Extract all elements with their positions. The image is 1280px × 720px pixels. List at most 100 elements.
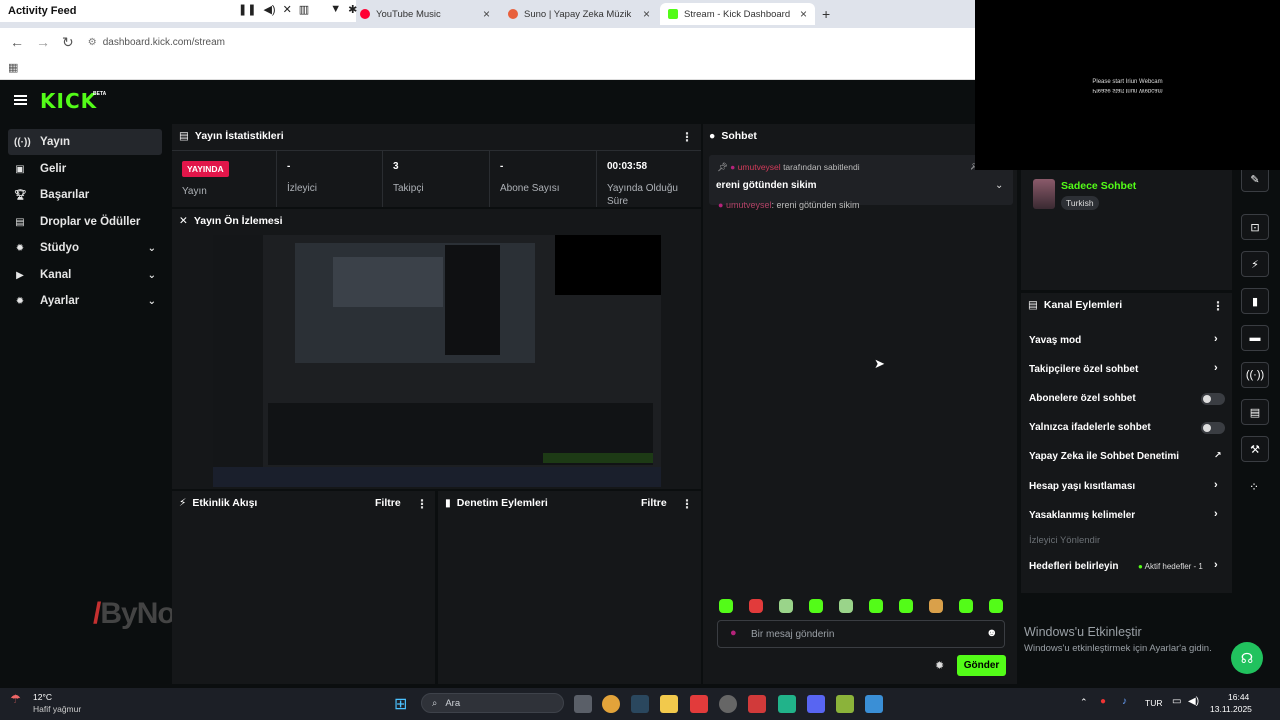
chat-input[interactable]: ● Bir mesaj gönderin ☻ bbox=[717, 620, 1005, 648]
apps-icon[interactable]: ⁘ bbox=[1249, 480, 1259, 494]
chevron-right-icon[interactable]: › bbox=[1214, 479, 1218, 491]
emote-icon[interactable] bbox=[869, 599, 883, 613]
sidebar-item-droplar[interactable]: ▤ Droplar ve Ödüller bbox=[8, 209, 162, 235]
chrome-icon[interactable] bbox=[602, 695, 620, 713]
app-icon[interactable] bbox=[836, 695, 854, 713]
tab-youtube-music[interactable]: YouTube Music × bbox=[352, 3, 498, 25]
stream-preview-video[interactable] bbox=[213, 235, 661, 487]
weather-temp[interactable]: 12°C bbox=[33, 692, 52, 702]
moderation-filter-button[interactable]: Filtre bbox=[641, 497, 667, 509]
chat-username[interactable]: umutveysel bbox=[726, 200, 772, 210]
more-icon[interactable]: ⋮ bbox=[681, 497, 693, 511]
app-icon[interactable] bbox=[865, 695, 883, 713]
set-goals-item[interactable]: Hedefleri belirleyin bbox=[1029, 561, 1118, 572]
taskbar-search[interactable]: ⌕ Ara bbox=[421, 693, 564, 713]
chevron-right-icon[interactable]: › bbox=[1214, 362, 1218, 374]
clipboard-icon[interactable]: ▮ bbox=[1241, 288, 1269, 314]
external-link-icon[interactable]: ↗ bbox=[1214, 450, 1222, 461]
sidebar-item-ayarlar[interactable]: ✹ Ayarlar ⌄ bbox=[8, 288, 162, 314]
emote-icon[interactable] bbox=[989, 599, 1003, 613]
close-icon[interactable]: × bbox=[483, 7, 490, 21]
back-icon[interactable]: ← bbox=[10, 34, 24, 50]
support-icon[interactable]: ☊ bbox=[1231, 642, 1263, 674]
ai-moderation-item[interactable]: Yapay Zeka ile Sohbet Denetimi bbox=[1029, 451, 1179, 462]
weather-icon[interactable]: ☂ bbox=[10, 692, 21, 706]
emote-icon[interactable] bbox=[749, 599, 763, 613]
volume-icon[interactable]: ◀) bbox=[1188, 696, 1199, 707]
subs-only-toggle[interactable] bbox=[1201, 393, 1225, 405]
chat-icon[interactable]: ▬ bbox=[1241, 325, 1269, 351]
chat-settings-icon[interactable]: ✹ bbox=[935, 659, 944, 672]
close-icon[interactable]: × bbox=[643, 7, 650, 21]
site-info-icon[interactable]: ⚙ bbox=[88, 37, 97, 48]
more-icon[interactable]: ⋮ bbox=[416, 497, 428, 511]
chevron-right-icon[interactable]: › bbox=[1214, 508, 1218, 520]
tray-mic-icon[interactable]: ♪ bbox=[1122, 696, 1127, 707]
clock-date[interactable]: 13.11.2025 bbox=[1210, 704, 1252, 714]
focus-icon[interactable]: ⊡ bbox=[1241, 214, 1269, 240]
pause-icon[interactable]: ❚❚ bbox=[238, 3, 256, 16]
volume-icon[interactable]: ◀) bbox=[263, 3, 275, 16]
new-tab-button[interactable]: + bbox=[822, 6, 830, 22]
layout-icon[interactable]: ▤ bbox=[1241, 399, 1269, 425]
apps-grid-icon[interactable]: ▦ bbox=[8, 61, 18, 74]
windows-start-icon[interactable]: ⊞ bbox=[394, 694, 407, 714]
wrench-icon[interactable]: ⚒ bbox=[1241, 436, 1269, 462]
chatgpt-icon[interactable] bbox=[719, 695, 737, 713]
sidebar-item-kanal[interactable]: ▶ Kanal ⌄ bbox=[8, 262, 162, 288]
emoji-icon[interactable]: ☻ bbox=[986, 627, 998, 639]
more-icon[interactable]: ⋮ bbox=[1212, 299, 1224, 313]
sidebar-item-gelir[interactable]: ▣ Gelir bbox=[8, 156, 162, 182]
emote-icon[interactable] bbox=[959, 599, 973, 613]
reload-icon[interactable]: ↻ bbox=[62, 34, 74, 51]
account-age-item[interactable]: Hesap yaşı kısıtlaması bbox=[1029, 481, 1135, 492]
mute-icon[interactable]: ✕ bbox=[283, 3, 292, 16]
stream-category[interactable]: Sadece Sohbet bbox=[1061, 180, 1136, 192]
app-icon[interactable] bbox=[690, 695, 708, 713]
close-icon[interactable]: × bbox=[800, 7, 807, 21]
emotes-only-toggle[interactable] bbox=[1201, 422, 1225, 434]
app-icon[interactable] bbox=[778, 695, 796, 713]
chevron-right-icon[interactable]: › bbox=[1214, 333, 1218, 345]
tab-suno[interactable]: Suno | Yapay Zeka Müzik × bbox=[500, 3, 658, 25]
sidebar-item-basarilar[interactable]: 🏆︎ Başarılar bbox=[8, 182, 162, 208]
tray-chevron-icon[interactable]: ⌃ bbox=[1080, 697, 1088, 708]
forward-icon[interactable]: → bbox=[36, 34, 50, 50]
avatar[interactable] bbox=[1033, 179, 1055, 209]
emote-icon[interactable] bbox=[809, 599, 823, 613]
banned-words-item[interactable]: Yasaklanmış kelimeler bbox=[1029, 510, 1135, 521]
broadcast-icon[interactable]: ((·)) bbox=[1241, 362, 1269, 388]
file-explorer-icon[interactable] bbox=[660, 695, 678, 713]
lightning-icon[interactable]: ⚡ bbox=[1241, 251, 1269, 277]
network-icon[interactable]: ▭ bbox=[1172, 696, 1181, 707]
url-field[interactable]: dashboard.kick.com/stream bbox=[103, 37, 225, 48]
followers-only-item[interactable]: Takipçilere özel sohbet bbox=[1029, 364, 1138, 375]
language-indicator[interactable]: TUR bbox=[1145, 698, 1162, 708]
slow-mode-item[interactable]: Yavaş mod bbox=[1029, 335, 1081, 346]
task-view-icon[interactable] bbox=[574, 695, 592, 713]
weather-desc[interactable]: Hafif yağmur bbox=[33, 704, 81, 714]
menu-icon[interactable] bbox=[14, 95, 27, 105]
sidebar-item-yayin[interactable]: ((·)) Yayın bbox=[8, 129, 162, 155]
trash-icon[interactable]: ▥ bbox=[299, 3, 309, 16]
tray-app-icon[interactable]: ● bbox=[1100, 696, 1106, 707]
filter-icon[interactable]: ▼ bbox=[330, 3, 341, 16]
discord-icon[interactable] bbox=[807, 695, 825, 713]
tab-kick-dashboard[interactable]: Stream - Kick Dashboard × bbox=[660, 3, 815, 25]
pinned-message[interactable]: 📌︎ ● umutveysel tarafından sabitlendi er… bbox=[709, 155, 1013, 205]
chevron-down-icon[interactable]: ⌄ bbox=[995, 180, 1003, 191]
clock-time[interactable]: 16:44 bbox=[1228, 692, 1249, 702]
emote-icon[interactable] bbox=[929, 599, 943, 613]
emote-icon[interactable] bbox=[719, 599, 733, 613]
more-icon[interactable]: ⋮ bbox=[681, 130, 693, 144]
activity-filter-button[interactable]: Filtre bbox=[375, 497, 401, 509]
emote-icon[interactable] bbox=[899, 599, 913, 613]
emote-icon[interactable] bbox=[839, 599, 853, 613]
emote-icon[interactable] bbox=[779, 599, 793, 613]
chevron-right-icon[interactable]: › bbox=[1214, 559, 1218, 571]
app-icon[interactable] bbox=[748, 695, 766, 713]
kick-logo[interactable]: KICK bbox=[40, 89, 97, 113]
active-goals-label[interactable]: ● Aktif hedefler - 1 bbox=[1138, 562, 1203, 571]
pinned-user[interactable]: umutveysel bbox=[738, 162, 781, 172]
send-button[interactable]: Gönder bbox=[957, 655, 1006, 676]
